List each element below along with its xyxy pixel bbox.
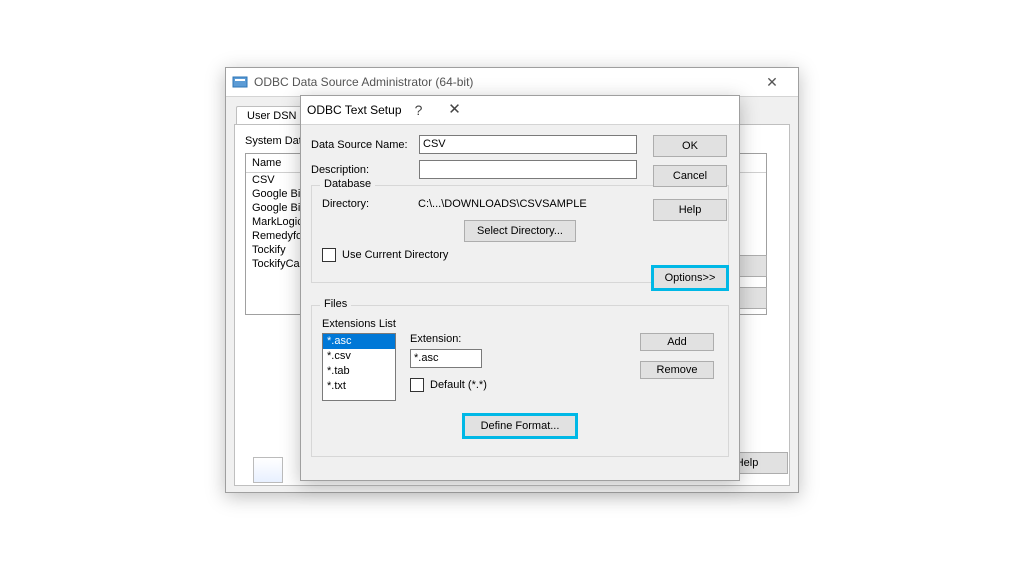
description-label: Description: <box>311 164 419 176</box>
checkbox-icon <box>322 248 336 262</box>
use-current-directory-label: Use Current Directory <box>342 249 448 261</box>
info-icon <box>253 457 283 483</box>
dsn-input[interactable]: CSV <box>419 135 637 154</box>
ext-option[interactable]: *.tab <box>323 364 395 379</box>
directory-label: Directory: <box>322 198 418 210</box>
help-icon[interactable]: ? <box>402 96 436 124</box>
cancel-button[interactable]: Cancel <box>653 165 727 187</box>
ext-option[interactable]: *.csv <box>323 349 395 364</box>
tab-user-dsn[interactable]: User DSN <box>236 106 308 125</box>
setup-title: ODBC Text Setup <box>307 96 402 124</box>
odbc-text-setup-dialog: ODBC Text Setup ? ✕ Data Source Name: CS… <box>300 95 740 481</box>
dsn-label: Data Source Name: <box>311 139 419 151</box>
admin-title: ODBC Data Source Administrator (64-bit) <box>254 68 473 96</box>
ext-option[interactable]: *.asc <box>323 334 395 349</box>
app-icon <box>232 74 248 90</box>
extensions-listbox[interactable]: *.asc *.csv *.tab *.txt <box>322 333 396 401</box>
close-icon[interactable]: ✕ <box>436 96 474 124</box>
checkbox-icon <box>410 378 424 392</box>
setup-titlebar: ODBC Text Setup ? ✕ <box>301 96 739 125</box>
add-button[interactable]: Add <box>640 333 714 351</box>
admin-titlebar: ODBC Data Source Administrator (64-bit) … <box>226 68 798 97</box>
options-button[interactable]: Options>> <box>653 267 727 289</box>
ok-button[interactable]: OK <box>653 135 727 157</box>
directory-value: C:\...\DOWNLOADS\CSVSAMPLE <box>418 198 587 210</box>
default-label: Default (*.*) <box>430 379 487 391</box>
files-legend: Files <box>320 298 351 310</box>
database-legend: Database <box>320 178 375 190</box>
select-directory-button[interactable]: Select Directory... <box>464 220 576 242</box>
description-input[interactable] <box>419 160 637 179</box>
files-group: Files Extensions List *.asc *.csv *.tab … <box>311 305 729 457</box>
extension-input[interactable]: *.asc <box>410 349 482 368</box>
extensions-list-label: Extensions List <box>322 318 718 330</box>
remove-button[interactable]: Remove <box>640 361 714 379</box>
help-button[interactable]: Help <box>653 199 727 221</box>
define-format-button[interactable]: Define Format... <box>464 415 576 437</box>
admin-close-button[interactable]: ✕ <box>752 68 792 96</box>
ext-option[interactable]: *.txt <box>323 379 395 394</box>
